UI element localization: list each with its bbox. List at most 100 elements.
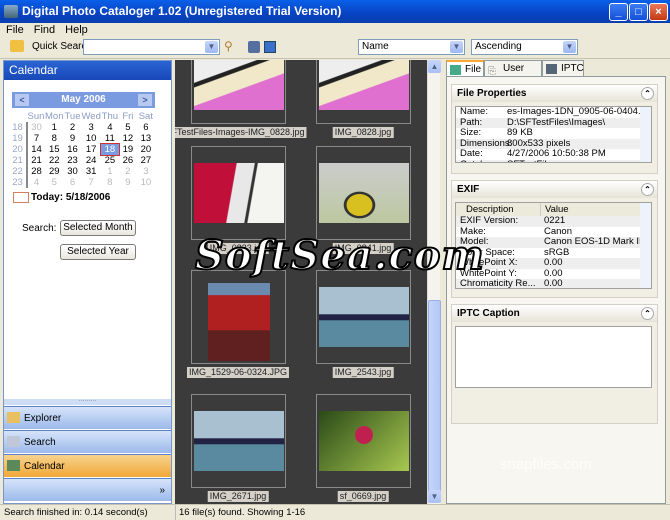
thumbnail-image[interactable] bbox=[193, 163, 284, 223]
calendar-day[interactable]: 23 bbox=[63, 155, 81, 166]
collapse-icon[interactable]: ⌃ bbox=[641, 183, 654, 196]
calendar-day[interactable]: 28 bbox=[27, 166, 45, 177]
calendar-day[interactable]: 30 bbox=[63, 166, 81, 177]
thumbnail-image[interactable] bbox=[318, 287, 409, 347]
calendar-day[interactable]: 4 bbox=[101, 122, 119, 133]
calendar-day[interactable]: 1 bbox=[101, 166, 119, 177]
calendar-day[interactable]: 3 bbox=[137, 166, 155, 177]
more-sections-button[interactable]: » bbox=[4, 478, 171, 501]
tab-file[interactable]: File bbox=[446, 60, 484, 76]
splitter-handle[interactable]: ········· bbox=[4, 398, 171, 405]
export-icon[interactable] bbox=[248, 41, 260, 53]
prev-month-button[interactable]: < bbox=[15, 94, 29, 106]
property-row: WhitePoint Y: 0.00 bbox=[460, 268, 563, 279]
chevron-down-icon[interactable]: ▼ bbox=[205, 41, 218, 53]
property-row: Color Space: sRGB bbox=[460, 247, 570, 258]
list-scrollbar[interactable] bbox=[640, 203, 651, 288]
calendar-day[interactable]: 14 bbox=[27, 144, 45, 155]
collapse-icon[interactable]: ⌃ bbox=[641, 87, 654, 100]
calendar-day[interactable]: 3 bbox=[81, 122, 100, 133]
collapse-icon[interactable]: ⌃ bbox=[641, 307, 654, 320]
calendar-day[interactable]: 25 bbox=[101, 155, 119, 166]
calendar-day[interactable]: 13 bbox=[137, 133, 155, 144]
calendar-day[interactable]: 2 bbox=[119, 166, 137, 177]
calendar-day[interactable]: 2 bbox=[63, 122, 81, 133]
calendar-day[interactable]: 5 bbox=[45, 177, 63, 188]
calendar-day[interactable]: 6 bbox=[63, 177, 81, 188]
gallery-scrollbar[interactable]: ▲ ▼ bbox=[427, 60, 441, 504]
calendar-day[interactable]: 18 bbox=[99, 143, 120, 156]
slideshow-icon[interactable] bbox=[264, 41, 276, 53]
calendar-day[interactable]: 4 bbox=[27, 177, 45, 188]
nav-section-explorer[interactable]: Explorer bbox=[4, 406, 171, 429]
day-of-week: Wed bbox=[81, 111, 101, 122]
calendar-day[interactable]: 30 bbox=[27, 122, 45, 133]
calendar-day[interactable]: 12 bbox=[119, 133, 137, 144]
calendar-day[interactable]: 7 bbox=[81, 177, 100, 188]
calendar-day[interactable]: 11 bbox=[101, 133, 119, 144]
maximize-button[interactable]: □ bbox=[629, 3, 648, 21]
property-row: Make: Canon bbox=[460, 226, 572, 237]
property-row: Date: 4/27/2006 10:50:38 PM bbox=[460, 149, 606, 159]
minimize-button[interactable]: _ bbox=[609, 3, 628, 21]
calendar-day[interactable]: 31 bbox=[81, 166, 100, 177]
list-scrollbar[interactable] bbox=[640, 107, 651, 162]
scroll-up-button[interactable]: ▲ bbox=[428, 60, 441, 73]
menu-find[interactable]: Find bbox=[28, 24, 59, 36]
thumbnail-image[interactable] bbox=[318, 163, 409, 223]
calendar-day[interactable]: 1 bbox=[45, 122, 63, 133]
calendar-day[interactable]: 7 bbox=[27, 133, 45, 144]
scroll-thumb[interactable] bbox=[428, 300, 441, 495]
thumbnail-image[interactable] bbox=[318, 411, 409, 471]
week-number: 19 bbox=[9, 133, 28, 144]
calendar-day[interactable]: 20 bbox=[137, 144, 155, 155]
thumbnail-image[interactable] bbox=[318, 60, 409, 110]
tab-user-data[interactable]: ⎘User Data bbox=[484, 60, 542, 90]
calendar-day[interactable]: 24 bbox=[81, 155, 100, 166]
calendar-day[interactable]: 6 bbox=[137, 122, 155, 133]
open-folder-icon[interactable] bbox=[10, 40, 24, 52]
scroll-down-button[interactable]: ▼ bbox=[428, 490, 441, 503]
thumbnail-image[interactable] bbox=[193, 60, 284, 110]
selected-year-button[interactable]: Selected Year bbox=[60, 244, 136, 260]
calendar-day[interactable]: 9 bbox=[63, 133, 81, 144]
menu-help[interactable]: Help bbox=[59, 24, 92, 36]
iptc-caption-field[interactable] bbox=[455, 326, 652, 388]
calendar-day[interactable]: 22 bbox=[45, 155, 63, 166]
sort-field-select[interactable]: Name ▼ bbox=[358, 39, 465, 55]
tab-iptc[interactable]: IPTC bbox=[542, 60, 584, 76]
exif-group: EXIF ⌃ Description Value EXIF Version: 0221 M… bbox=[451, 180, 658, 298]
thumbnail-label: sf_0669.jpg bbox=[337, 491, 389, 502]
group-header: File Properties ⌃ bbox=[452, 85, 657, 102]
calendar-day[interactable]: 29 bbox=[45, 166, 63, 177]
close-button[interactable]: × bbox=[649, 3, 668, 21]
chevron-down-icon[interactable]: ▼ bbox=[450, 41, 463, 53]
calendar-day[interactable]: 27 bbox=[137, 155, 155, 166]
day-of-week: Fri bbox=[122, 111, 134, 122]
selected-month-button[interactable]: Selected Month bbox=[60, 220, 136, 236]
calendar-day[interactable]: 16 bbox=[63, 144, 81, 155]
calendar-day[interactable]: 26 bbox=[119, 155, 137, 166]
nav-section-search[interactable]: Search bbox=[4, 430, 171, 453]
calendar-day[interactable]: 15 bbox=[45, 144, 63, 155]
calendar-day[interactable]: 10 bbox=[81, 133, 100, 144]
quick-search-input[interactable]: ▼ bbox=[83, 39, 220, 55]
calendar-day[interactable]: 5 bbox=[119, 122, 137, 133]
calendar-day[interactable]: 8 bbox=[45, 133, 63, 144]
next-month-button[interactable]: > bbox=[138, 94, 152, 106]
thumbnail-image[interactable] bbox=[207, 283, 270, 361]
sort-order-select[interactable]: Ascending ▼ bbox=[471, 39, 578, 55]
search-icon[interactable]: ⚲ bbox=[224, 39, 233, 53]
calendar-day[interactable]: 19 bbox=[119, 144, 137, 155]
calendar-day[interactable]: 8 bbox=[101, 177, 119, 188]
calendar-day[interactable]: 9 bbox=[119, 177, 137, 188]
thumbnail-label: IMG_2671.jpg bbox=[207, 491, 269, 502]
calendar-day[interactable]: 17 bbox=[81, 144, 100, 155]
calendar-day[interactable]: 21 bbox=[27, 155, 45, 166]
chevron-down-icon[interactable]: ▼ bbox=[563, 41, 576, 53]
menu-file[interactable]: File bbox=[0, 24, 28, 36]
today-link[interactable]: Today: 5/18/2006 bbox=[31, 192, 110, 203]
calendar-day[interactable]: 10 bbox=[137, 177, 155, 188]
nav-section-calendar[interactable]: Calendar bbox=[4, 454, 171, 477]
thumbnail-image[interactable] bbox=[193, 411, 284, 471]
